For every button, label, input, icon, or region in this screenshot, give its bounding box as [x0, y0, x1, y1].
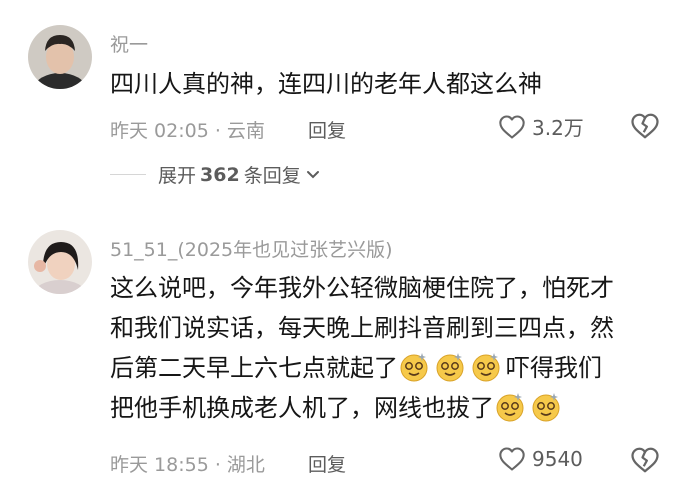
- comment-time: 昨天 18:55: [110, 454, 209, 476]
- comment-location: 湖北: [226, 454, 265, 476]
- comment-text: 四川人真的神，连四川的老年人都这么神: [110, 64, 662, 104]
- like-button[interactable]: 9540: [498, 446, 583, 472]
- comment-line-text: 后第二天早上六七点就起了: [110, 354, 398, 382]
- comment-line-text: 吓得我们: [506, 354, 602, 382]
- reply-button[interactable]: 回复: [308, 450, 346, 477]
- comment-item: 祝一 四川人真的神，连四川的老年人都这么神 昨天 02:05 · 云南 回复 3…: [0, 0, 690, 200]
- avatar[interactable]: [28, 230, 92, 294]
- comment-line: 和我们说实话，每天晚上刷抖音刷到三四点，然: [110, 314, 614, 342]
- comment-location: 云南: [226, 120, 265, 142]
- dizzy-face-emoji: [494, 391, 526, 423]
- comment-line: 四川人真的神，连四川的老年人都这么神: [110, 70, 542, 98]
- like-button[interactable]: 3.2万: [498, 112, 584, 141]
- dislike-button[interactable]: [630, 446, 660, 474]
- reply-count: 362: [200, 163, 240, 186]
- comment-line: 把他手机换成老人机了，网线也拔了: [110, 388, 662, 428]
- broken-heart-icon: [631, 113, 659, 139]
- dizzy-face-emoji: [530, 391, 562, 423]
- expand-prefix: 展开: [158, 165, 197, 187]
- dizzy-face-emoji: [434, 351, 466, 383]
- like-count: 3.2万: [532, 116, 584, 140]
- like-count: 9540: [532, 447, 583, 471]
- username[interactable]: 51_51_(2025年也见过张艺兴版): [110, 235, 393, 262]
- comment-text: 这么说吧，今年我外公轻微脑梗住院了，怕死才 和我们说实话，每天晚上刷抖音刷到三四…: [110, 268, 662, 428]
- comment-item: 51_51_(2025年也见过张艺兴版) 这么说吧，今年我外公轻微脑梗住院了，怕…: [0, 200, 690, 484]
- expand-replies-button[interactable]: 展开 362 条回复: [110, 161, 321, 188]
- avatar[interactable]: [28, 25, 92, 89]
- comment-meta: 昨天 18:55 · 湖北: [110, 454, 265, 476]
- dizzy-face-emoji: [470, 351, 502, 383]
- comment-line: 这么说吧，今年我外公轻微脑梗住院了，怕死才: [110, 274, 614, 302]
- expand-suffix: 条回复: [243, 165, 301, 187]
- comment-meta: 昨天 02:05 · 云南: [110, 120, 265, 142]
- username[interactable]: 祝一: [110, 30, 148, 57]
- divider: [110, 174, 146, 175]
- dizzy-face-emoji: [398, 351, 430, 383]
- comment-time: 昨天 02:05: [110, 120, 209, 142]
- heart-outline-icon: [499, 447, 525, 471]
- heart-outline-icon: [499, 114, 525, 139]
- comment-line: 后第二天早上六七点就起了 吓得我们: [110, 348, 662, 388]
- reply-button[interactable]: 回复: [308, 116, 346, 143]
- chevron-down-icon: [306, 170, 319, 178]
- comment-line-text: 把他手机换成老人机了，网线也拔了: [110, 394, 494, 422]
- dislike-button[interactable]: [630, 112, 660, 140]
- broken-heart-icon: [631, 447, 659, 473]
